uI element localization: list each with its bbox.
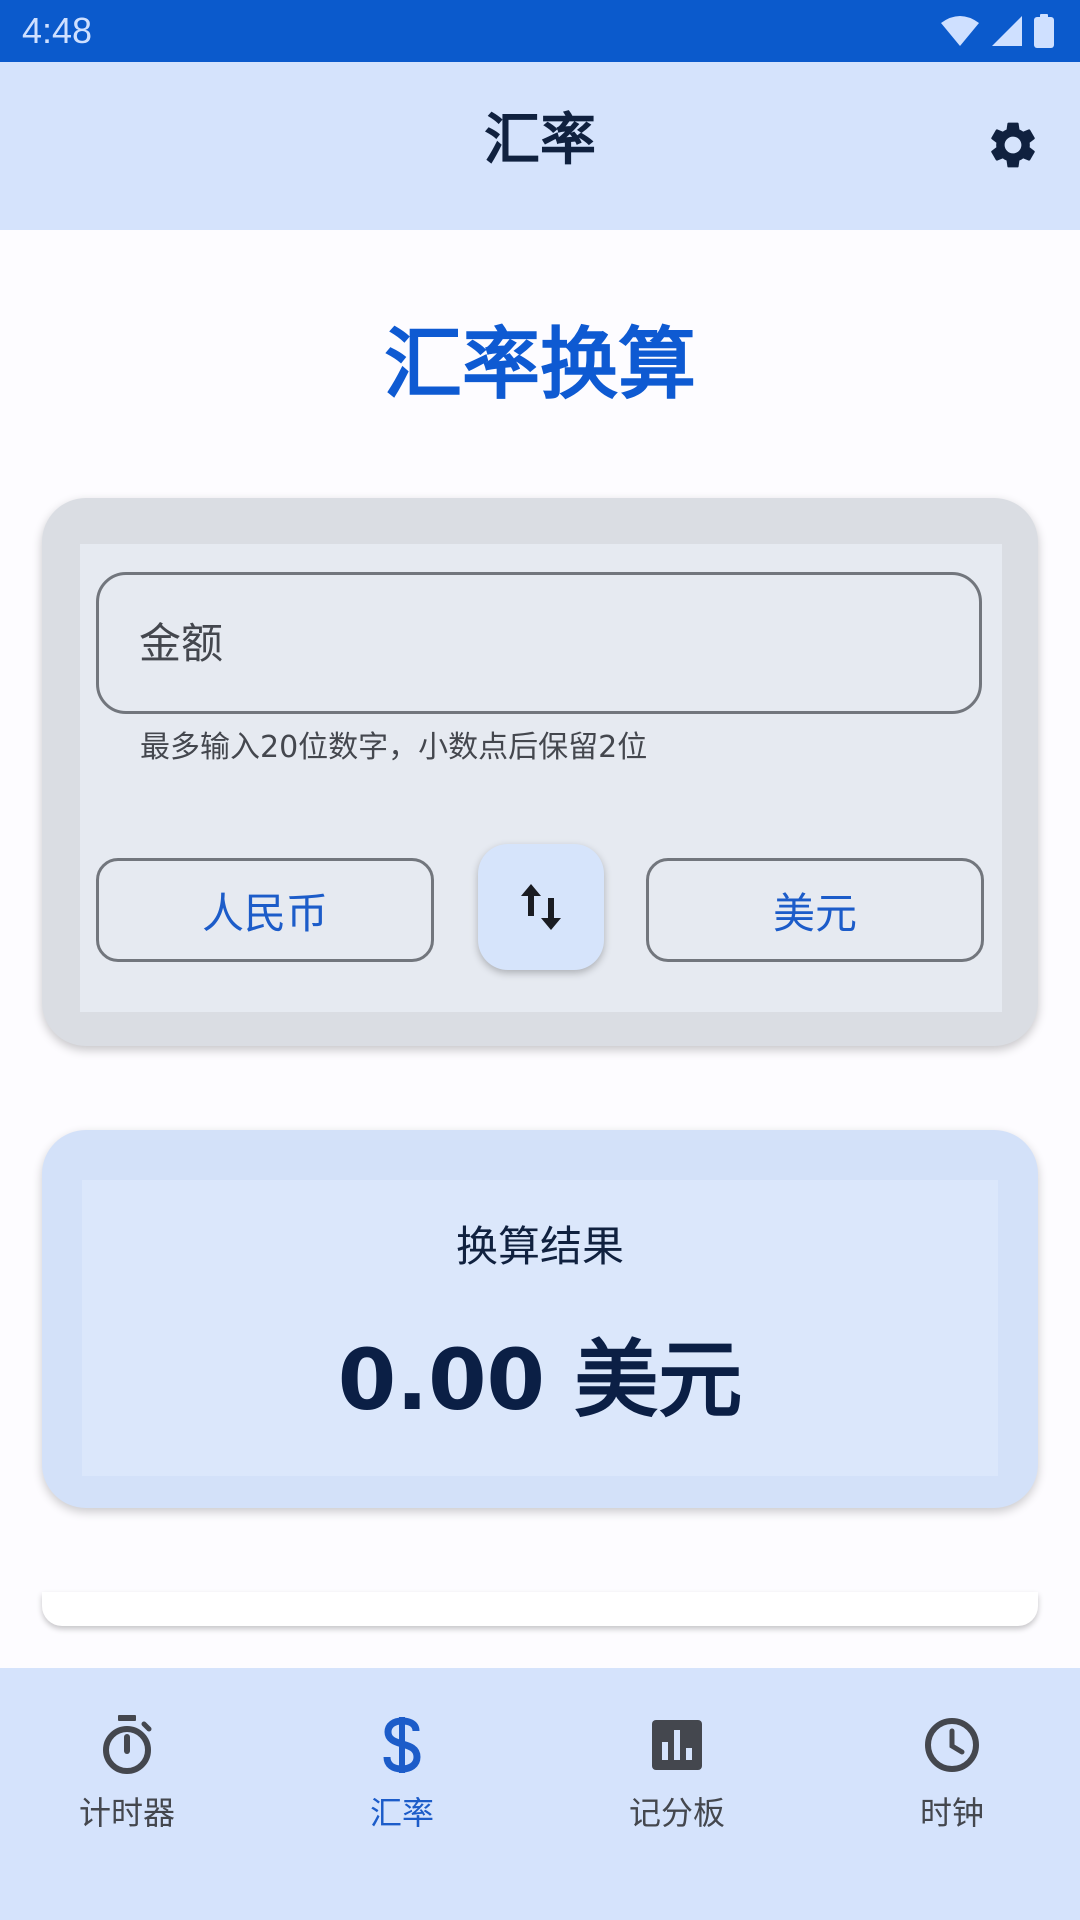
partial-card <box>42 1592 1038 1626</box>
nav-label-scoreboard: 记分板 <box>628 1794 725 1832</box>
result-card-inner: 换算结果 0.00 美元 <box>82 1180 998 1476</box>
bottom-navigation: 计时器 汇率 记分板 时钟 <box>0 1668 1080 1920</box>
dollar-icon <box>383 1717 421 1773</box>
nav-item-clock[interactable]: 时钟 <box>842 1712 1062 1862</box>
app-bar: 汇率 <box>0 62 1080 230</box>
amount-input[interactable] <box>96 572 982 714</box>
section-title: 汇率换算 <box>383 320 696 410</box>
to-currency-button[interactable]: 美元 <box>646 858 984 962</box>
gear-icon <box>991 122 1035 168</box>
nav-label-exchange-rate: 汇率 <box>369 1794 434 1832</box>
wifi-icon <box>941 16 979 46</box>
settings-button[interactable] <box>984 116 1042 174</box>
swap-currency-button[interactable] <box>478 844 604 970</box>
nav-label-timer: 计时器 <box>78 1794 175 1832</box>
status-icons <box>940 13 1054 49</box>
from-currency-label: 人民币 <box>201 888 328 938</box>
nav-label-clock: 时钟 <box>919 1794 984 1832</box>
result-value: 0.00 美元 <box>337 1331 743 1429</box>
cellular-signal-icon <box>992 16 1022 46</box>
result-label: 换算结果 <box>455 1222 624 1271</box>
clock-icon <box>925 1718 979 1772</box>
stopwatch-icon <box>103 1715 152 1774</box>
status-bar: 4:48 <box>0 0 1080 62</box>
converter-card: 最多输入20位数字，小数点后保留2位 人民币 美元 <box>42 498 1038 1046</box>
nav-item-exchange-rate[interactable]: 汇率 <box>292 1712 512 1862</box>
nav-item-scoreboard[interactable]: 记分板 <box>567 1712 787 1862</box>
from-currency-button[interactable]: 人民币 <box>96 858 434 962</box>
battery-icon <box>1034 14 1054 48</box>
status-time: 4:48 <box>22 10 93 51</box>
to-currency-label: 美元 <box>772 888 857 938</box>
page-title: 汇率 <box>484 108 596 173</box>
nav-item-timer[interactable]: 计时器 <box>17 1712 237 1862</box>
swap-vertical-icon <box>521 884 561 930</box>
converter-card-inner: 最多输入20位数字，小数点后保留2位 人民币 美元 <box>80 544 1002 1012</box>
bar-chart-icon <box>652 1720 702 1770</box>
result-card: 换算结果 0.00 美元 <box>42 1130 1038 1508</box>
amount-helper-text: 最多输入20位数字，小数点后保留2位 <box>140 730 648 765</box>
